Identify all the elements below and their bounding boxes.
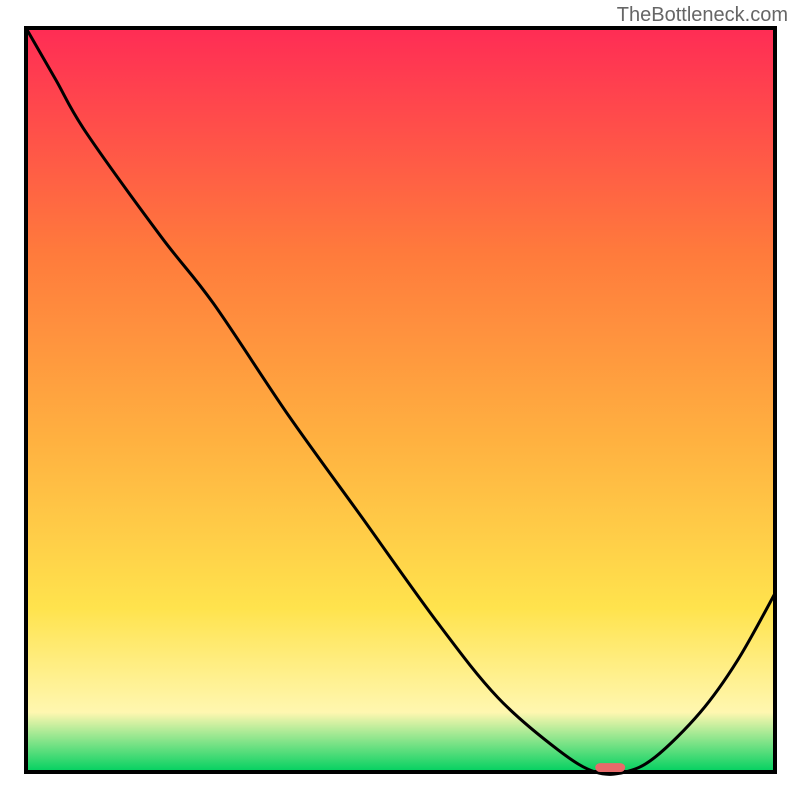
plot-background xyxy=(26,28,775,772)
watermark-text: TheBottleneck.com xyxy=(617,4,788,27)
optimal-marker xyxy=(595,763,625,772)
bottleneck-chart xyxy=(0,0,800,800)
chart-container: TheBottleneck.com xyxy=(0,0,800,800)
